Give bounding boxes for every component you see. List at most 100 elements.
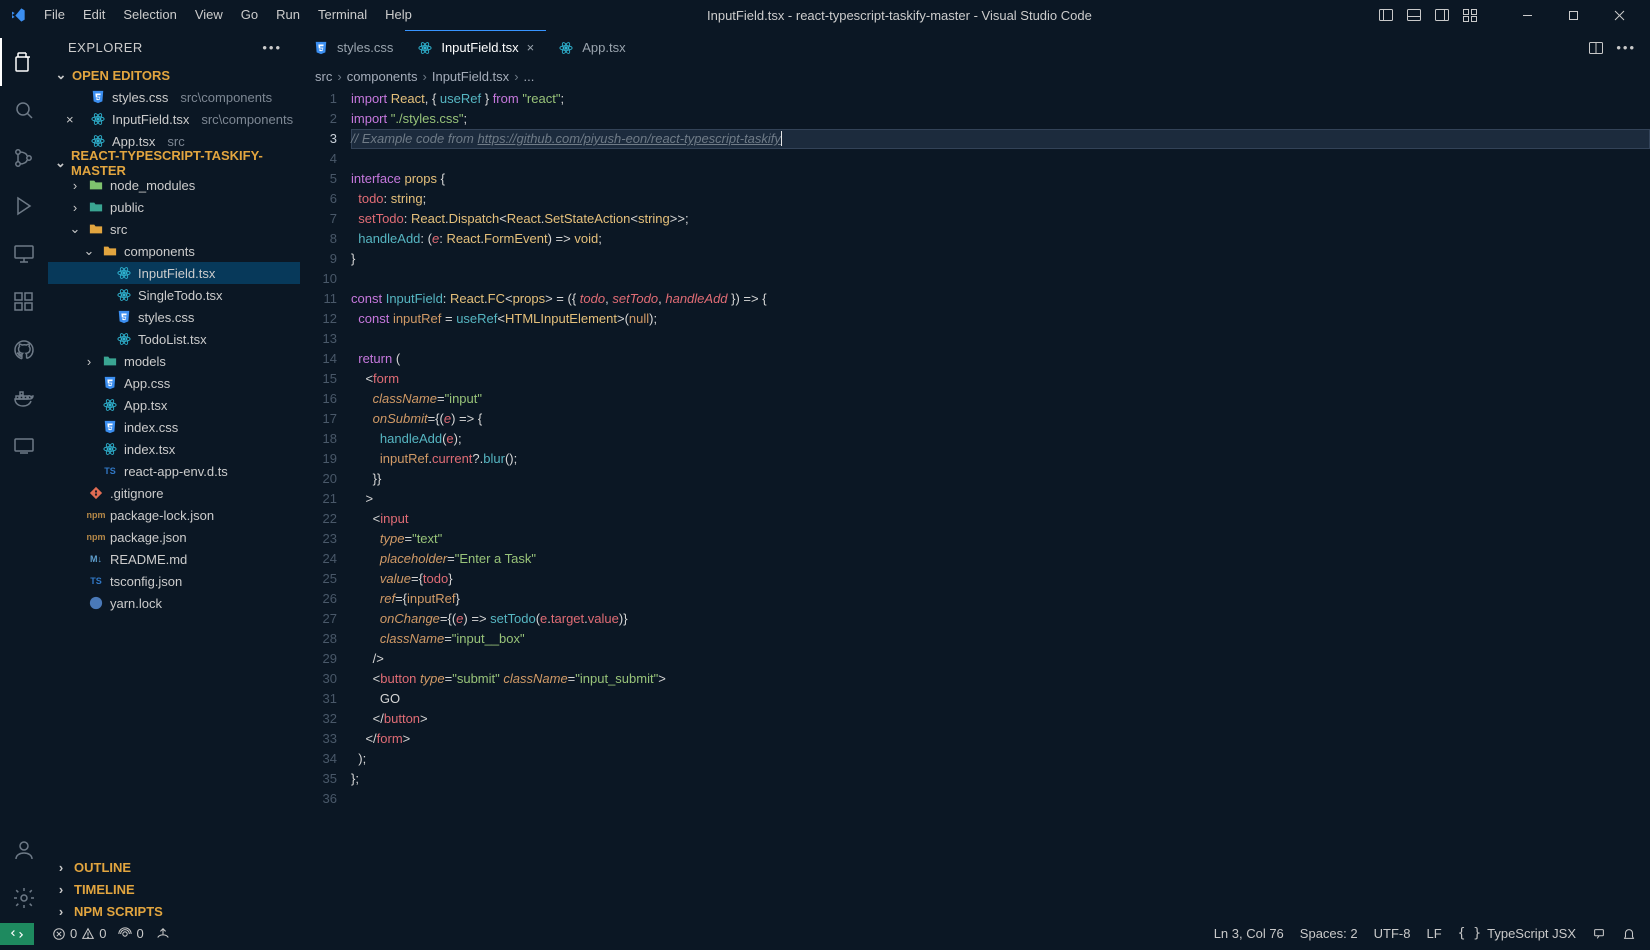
item-label: public — [110, 200, 144, 215]
menu-selection[interactable]: Selection — [114, 0, 185, 30]
file-item[interactable]: yarn.lock — [48, 592, 300, 614]
item-label: index.css — [124, 420, 178, 435]
menu-terminal[interactable]: Terminal — [309, 0, 376, 30]
encoding-status[interactable]: UTF-8 — [1374, 926, 1411, 941]
react-file-icon — [558, 41, 574, 55]
problems-status[interactable]: 0 0 — [52, 926, 106, 941]
tab-App-tsx[interactable]: App.tsx — [546, 30, 637, 65]
more-icon[interactable]: ••• — [1616, 40, 1636, 55]
section-npm-scripts[interactable]: ›NPM SCRIPTS — [48, 900, 300, 922]
cursor-position[interactable]: Ln 3, Col 76 — [1214, 926, 1284, 941]
source-control-icon[interactable] — [0, 134, 48, 182]
feedback-icon[interactable] — [1592, 927, 1606, 941]
react-file-icon — [102, 398, 118, 412]
account-icon[interactable] — [0, 826, 48, 874]
maximize-button[interactable] — [1550, 0, 1596, 30]
folder-icon — [102, 244, 118, 258]
file-item[interactable]: InputField.tsx — [48, 262, 300, 284]
file-item[interactable]: .gitignore — [48, 482, 300, 504]
panel-left-icon[interactable] — [1378, 7, 1394, 23]
minimize-button[interactable] — [1504, 0, 1550, 30]
eol-status[interactable]: LF — [1426, 926, 1441, 941]
breadcrumb-segment[interactable]: components — [347, 69, 418, 84]
remote-explorer-icon[interactable] — [0, 230, 48, 278]
code-area[interactable]: 1234567891011121314151617181920212223242… — [301, 87, 1650, 922]
item-label: App.css — [124, 376, 170, 391]
file-item[interactable]: App.tsx — [48, 394, 300, 416]
file-item[interactable]: TStsconfig.json — [48, 570, 300, 592]
open-editors-header[interactable]: ⌄OPEN EDITORS — [48, 64, 300, 86]
open-editor-item[interactable]: ×InputField.tsxsrc\components — [48, 108, 300, 130]
remote-window-icon[interactable] — [0, 422, 48, 470]
item-label: node_modules — [110, 178, 195, 193]
tab-label: App.tsx — [582, 40, 625, 55]
close-button[interactable] — [1596, 0, 1642, 30]
breadcrumb-segment[interactable]: InputField.tsx — [432, 69, 509, 84]
item-label: .gitignore — [110, 486, 163, 501]
settings-gear-icon[interactable] — [0, 874, 48, 922]
chevron-icon: › — [68, 178, 82, 193]
folder-item[interactable]: ⌄src — [48, 218, 300, 240]
search-icon[interactable] — [0, 86, 48, 134]
menu-edit[interactable]: Edit — [74, 0, 114, 30]
indent-status[interactable]: Spaces: 2 — [1300, 926, 1358, 941]
run-debug-icon[interactable] — [0, 182, 48, 230]
file-item[interactable]: npmpackage-lock.json — [48, 504, 300, 526]
panel-bottom-icon[interactable] — [1406, 7, 1422, 23]
gitlens-icon[interactable] — [0, 326, 48, 374]
close-editor-icon[interactable]: × — [66, 112, 82, 127]
layout-grid-icon[interactable] — [1462, 7, 1478, 23]
explorer-title: EXPLORER ••• — [48, 30, 300, 64]
docker-icon[interactable] — [0, 374, 48, 422]
section-timeline[interactable]: ›TIMELINE — [48, 878, 300, 900]
file-item[interactable]: index.css — [48, 416, 300, 438]
file-item[interactable]: M↓README.md — [48, 548, 300, 570]
chevron-icon: › — [54, 860, 68, 875]
extensions-icon[interactable] — [0, 278, 48, 326]
split-editor-icon[interactable] — [1588, 40, 1604, 56]
tab-InputField-tsx[interactable]: InputField.tsx× — [405, 30, 546, 65]
project-header[interactable]: ⌄REACT-TYPESCRIPT-TASKIFY-MASTER — [48, 152, 300, 174]
folder-icon — [88, 178, 104, 192]
section-outline[interactable]: ›OUTLINE — [48, 856, 300, 878]
explorer-icon[interactable] — [0, 38, 48, 86]
css-file-icon — [90, 90, 106, 104]
item-label: react-app-env.d.ts — [124, 464, 228, 479]
editor: styles.cssInputField.tsx×App.tsx••• src›… — [300, 30, 1650, 922]
status-bar: 0 0 0 Ln 3, Col 76 Spaces: 2 UTF-8 LF { … — [0, 922, 1650, 944]
file-item[interactable]: SingleTodo.tsx — [48, 284, 300, 306]
more-icon[interactable]: ••• — [262, 40, 282, 55]
notifications-icon[interactable] — [1622, 927, 1636, 941]
breadcrumb[interactable]: src›components›InputField.tsx›... — [301, 65, 1650, 87]
file-item[interactable]: styles.css — [48, 306, 300, 328]
file-item[interactable]: TodoList.tsx — [48, 328, 300, 350]
breadcrumb-segment[interactable]: ... — [524, 69, 535, 84]
tab-label: styles.css — [337, 40, 393, 55]
folder-item[interactable]: ›public — [48, 196, 300, 218]
menu-run[interactable]: Run — [267, 0, 309, 30]
breadcrumb-segment[interactable]: src — [315, 69, 332, 84]
code-content[interactable]: import React, { useRef } from "react";im… — [351, 87, 1650, 922]
open-editor-item[interactable]: styles.csssrc\components — [48, 86, 300, 108]
file-item[interactable]: TSreact-app-env.d.ts — [48, 460, 300, 482]
tab-close-icon[interactable]: × — [527, 40, 535, 55]
menu-go[interactable]: Go — [232, 0, 267, 30]
language-status[interactable]: { }TypeScript JSX — [1458, 926, 1576, 941]
folder-item[interactable]: ›models — [48, 350, 300, 372]
folder-item[interactable]: ⌄components — [48, 240, 300, 262]
menu-bar: FileEditSelectionViewGoRunTerminalHelp — [35, 0, 421, 30]
file-item[interactable]: npmpackage.json — [48, 526, 300, 548]
live-share-icon[interactable] — [156, 927, 170, 941]
folder-item[interactable]: › node_modules — [48, 174, 300, 196]
remote-indicator[interactable] — [0, 923, 34, 945]
menu-file[interactable]: File — [35, 0, 74, 30]
file-item[interactable]: index.tsx — [48, 438, 300, 460]
menu-view[interactable]: View — [186, 0, 232, 30]
file-item[interactable]: App.css — [48, 372, 300, 394]
ports-status[interactable]: 0 — [118, 926, 143, 941]
menu-help[interactable]: Help — [376, 0, 421, 30]
react-file-icon — [116, 266, 132, 280]
item-label: yarn.lock — [110, 596, 162, 611]
tab-styles-css[interactable]: styles.css — [301, 30, 405, 65]
panel-right-icon[interactable] — [1434, 7, 1450, 23]
